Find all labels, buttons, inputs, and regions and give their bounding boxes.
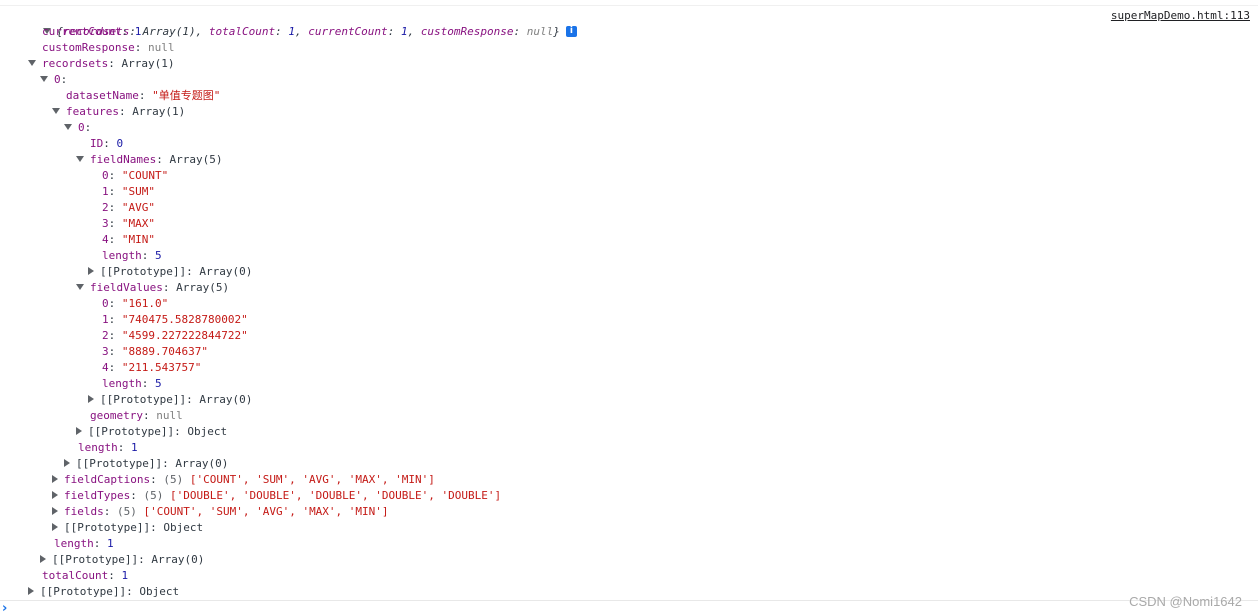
expand-triangle-icon[interactable] xyxy=(40,76,48,82)
console-prompt-icon[interactable]: › xyxy=(2,602,7,615)
prop-custom-response: customResponse: null xyxy=(42,41,175,54)
object-summary-row[interactable]: {recordsets: Array(1), totalCount: 1, cu… xyxy=(16,8,577,38)
list-item: 0: "161.0" xyxy=(102,297,169,310)
list-item: 2: "AVG" xyxy=(102,201,155,214)
watermark: CSDN @Nomi1642 xyxy=(1129,594,1242,609)
list-item: 2: "4599.227222844722" xyxy=(102,329,248,342)
collapse-triangle-icon[interactable] xyxy=(76,427,82,435)
collapse-triangle-icon[interactable] xyxy=(64,459,70,467)
top-divider xyxy=(0,5,1258,6)
info-icon[interactable]: i xyxy=(565,25,577,37)
prop-length: length: 5 xyxy=(102,377,162,390)
prop-field-values[interactable]: fieldValues: Array(5) xyxy=(76,280,229,296)
prop-prototype[interactable]: [[Prototype]]: Array(0) xyxy=(88,264,252,280)
expand-triangle-icon[interactable] xyxy=(76,284,84,290)
expand-triangle-icon[interactable] xyxy=(64,124,72,130)
recordset-0[interactable]: 0: xyxy=(40,72,67,88)
prop-geometry: geometry: null xyxy=(90,409,183,422)
collapse-triangle-icon[interactable] xyxy=(40,555,46,563)
expand-triangle-icon[interactable] xyxy=(76,156,84,162)
list-item: 1: "SUM" xyxy=(102,185,155,198)
expand-triangle-icon[interactable] xyxy=(28,60,36,66)
list-item: 1: "740475.5828780002" xyxy=(102,313,248,326)
prop-field-types[interactable]: fieldTypes: (5) ['DOUBLE', 'DOUBLE', 'DO… xyxy=(52,488,501,504)
collapse-triangle-icon[interactable] xyxy=(88,395,94,403)
prop-fields[interactable]: fields: (5) ['COUNT', 'SUM', 'AVG', 'MAX… xyxy=(52,504,389,520)
prop-field-names[interactable]: fieldNames: Array(5) xyxy=(76,152,222,168)
prop-total-count: totalCount: 1 xyxy=(42,569,129,582)
prop-length: length: 1 xyxy=(78,441,138,454)
list-item: 4: "211.543757" xyxy=(102,361,202,374)
collapse-triangle-icon[interactable] xyxy=(88,267,94,275)
prop-features[interactable]: features: Array(1) xyxy=(52,104,185,120)
expand-triangle-icon[interactable] xyxy=(52,108,60,114)
prop-field-captions[interactable]: fieldCaptions: (5) ['COUNT', 'SUM', 'AVG… xyxy=(52,472,435,488)
prop-prototype[interactable]: [[Prototype]]: Array(0) xyxy=(40,552,204,568)
prop-id: ID: 0 xyxy=(90,137,124,150)
feature-0[interactable]: 0: xyxy=(64,120,91,136)
collapse-triangle-icon[interactable] xyxy=(28,587,34,595)
devtools-console: {recordsets: Array(1), totalCount: 1, cu… xyxy=(0,0,1258,616)
prop-length: length: 5 xyxy=(102,249,162,262)
prop-current-count: currentCount: 1 xyxy=(42,25,142,38)
prop-prototype[interactable]: [[Prototype]]: Array(0) xyxy=(88,392,252,408)
prop-prototype[interactable]: [[Prototype]]: Object xyxy=(76,424,227,440)
prop-prototype[interactable]: [[Prototype]]: Object xyxy=(52,520,203,536)
list-item: 3: "MAX" xyxy=(102,217,155,230)
console-input-divider xyxy=(0,600,1258,601)
collapse-triangle-icon[interactable] xyxy=(52,507,58,515)
prop-prototype[interactable]: [[Prototype]]: Object xyxy=(28,584,179,600)
collapse-triangle-icon[interactable] xyxy=(52,523,58,531)
list-item: 0: "COUNT" xyxy=(102,169,169,182)
prop-length: length: 1 xyxy=(54,537,114,550)
prop-prototype[interactable]: [[Prototype]]: Array(0) xyxy=(64,456,228,472)
collapse-triangle-icon[interactable] xyxy=(52,475,58,483)
list-item: 3: "8889.704637" xyxy=(102,345,208,358)
collapse-triangle-icon[interactable] xyxy=(52,491,58,499)
prop-dataset-name: datasetName: "单值专题图" xyxy=(66,89,221,102)
prop-recordsets[interactable]: recordsets: Array(1) xyxy=(28,56,174,72)
source-link[interactable]: superMapDemo.html:113 xyxy=(1111,8,1250,24)
list-item: 4: "MIN" xyxy=(102,233,155,246)
